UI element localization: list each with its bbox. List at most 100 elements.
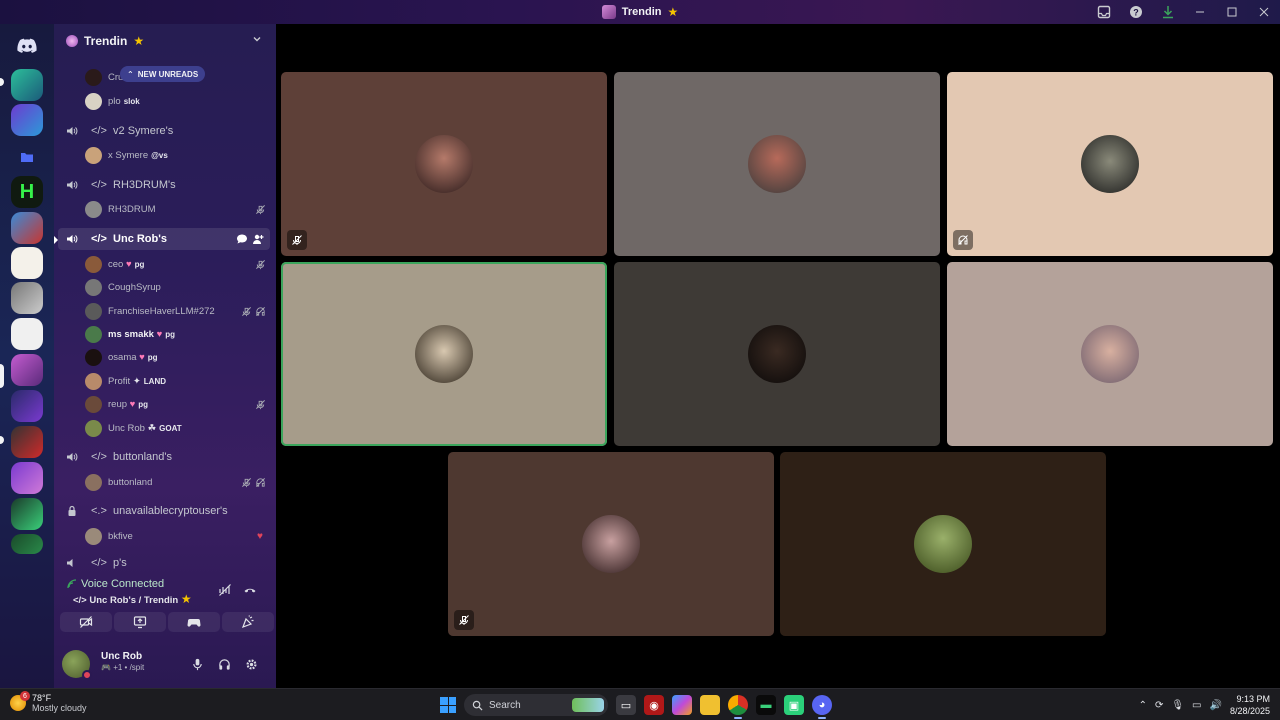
camera-button[interactable]: [60, 612, 112, 632]
video-tile[interactable]: [947, 262, 1273, 446]
avatar: [85, 325, 102, 343]
discord-home-icon[interactable]: [11, 30, 43, 62]
terminal-icon[interactable]: ▬: [756, 695, 776, 715]
mic-icon[interactable]: 🎙: [1171, 700, 1184, 711]
user-tag: LAND: [143, 376, 167, 386]
activities-button[interactable]: [168, 612, 220, 632]
my-username[interactable]: Unc Rob: [101, 651, 142, 662]
task-view-icon[interactable]: ▭: [616, 695, 636, 715]
voice-channel[interactable]: </> buttonland's: [54, 446, 276, 468]
minimize-button[interactable]: [1184, 0, 1216, 24]
search-input[interactable]: Search: [464, 694, 608, 716]
discord-taskbar-icon[interactable]: ◕: [812, 695, 832, 719]
start-button[interactable]: [440, 697, 456, 713]
headphones-icon[interactable]: [216, 656, 232, 672]
screen-share-button[interactable]: [114, 612, 166, 632]
voice-user-row[interactable]: FranchiseHaverLLM#272: [54, 301, 276, 321]
voice-user-row[interactable]: x Symere @vs: [54, 145, 276, 165]
server-icon[interactable]: [11, 212, 43, 244]
server-icon[interactable]: [11, 462, 43, 494]
help-icon[interactable]: ?: [1120, 0, 1152, 24]
voice-user-row[interactable]: plo slok: [54, 91, 276, 111]
inbox-icon[interactable]: [1088, 0, 1120, 24]
voice-location[interactable]: </> Unc Rob's / Trendin ★: [73, 592, 192, 606]
new-unreads-pill[interactable]: ⌃ NEW UNREADS: [120, 66, 206, 82]
my-status: 🎮 +1 • /spit: [101, 663, 145, 672]
sparkle-icon: ✦: [132, 375, 141, 387]
settings-gear-icon[interactable]: [243, 656, 259, 672]
voice-channel[interactable]: </> p's: [54, 555, 276, 571]
server-header[interactable]: Trendin ★: [54, 24, 276, 58]
voice-channel[interactable]: </> RH3DRUM's: [54, 174, 276, 196]
file-explorer-icon[interactable]: [700, 695, 720, 715]
video-tile[interactable]: [448, 452, 774, 636]
participant-avatar: [914, 515, 972, 573]
sync-icon[interactable]: ⟳: [1155, 700, 1163, 711]
server-icon[interactable]: [11, 390, 43, 422]
video-tile-speaking[interactable]: [281, 262, 607, 446]
volume-icon[interactable]: 🔊: [1210, 700, 1222, 711]
avatar: [85, 395, 102, 413]
server-icon[interactable]: [11, 104, 43, 136]
voice-channel-locked[interactable]: <.> unavailablecryptouser's: [54, 500, 276, 522]
heart-icon: ♥: [129, 398, 136, 410]
clock[interactable]: 9:13 PM 8/28/2025: [1230, 693, 1270, 717]
voice-user-row[interactable]: reup ♥ pg: [54, 394, 276, 414]
maximize-button[interactable]: [1216, 0, 1248, 24]
user-panel: Unc Rob 🎮 +1 • /spit: [54, 644, 276, 684]
voice-user-row[interactable]: buttonland: [54, 472, 276, 492]
weather-widget[interactable]: 6 78°F Mostly cloudy: [10, 691, 87, 713]
noise-suppression-icon[interactable]: [217, 582, 233, 598]
channel-name: </> RH3DRUM's: [91, 179, 176, 191]
voice-user-row[interactable]: ms smakk ♥ pg: [54, 324, 276, 344]
display-icon[interactable]: ▭: [1192, 700, 1201, 711]
chevron-down-icon[interactable]: [252, 34, 262, 44]
server-icon-trendin[interactable]: [11, 354, 43, 386]
app-icon[interactable]: ◉: [644, 695, 664, 715]
voice-channel[interactable]: </> v2 Symere's: [54, 120, 276, 142]
copilot-icon[interactable]: [672, 695, 692, 715]
voice-user-row[interactable]: RH3DRUM: [54, 199, 276, 219]
channel-name: </> Unc Rob's: [91, 233, 167, 245]
server-icon[interactable]: [11, 69, 43, 101]
video-tile[interactable]: [614, 72, 940, 256]
voice-user-row[interactable]: Profit ✦ LAND: [54, 371, 276, 391]
new-unreads-label: NEW UNREADS: [137, 69, 199, 79]
video-tile[interactable]: [281, 72, 607, 256]
chat-bubble-icon[interactable]: [236, 233, 248, 245]
server-icon-h[interactable]: H: [11, 176, 43, 208]
close-button[interactable]: [1248, 0, 1280, 24]
voice-user-row[interactable]: osama ♥ pg: [54, 347, 276, 367]
server-icon[interactable]: [11, 318, 43, 350]
chevron-up-icon[interactable]: ⌃: [1139, 700, 1147, 711]
app-icon[interactable]: ▣: [784, 695, 804, 715]
chrome-icon[interactable]: [728, 695, 748, 719]
voice-connected-status[interactable]: Voice Connected: [67, 578, 164, 590]
server-icon[interactable]: [11, 498, 43, 530]
video-tile[interactable]: [614, 262, 940, 446]
voice-channel-active[interactable]: </> Unc Rob's: [58, 228, 270, 250]
user-tag: pg: [134, 259, 145, 269]
video-tile[interactable]: [947, 72, 1273, 256]
disconnect-icon[interactable]: [242, 582, 258, 598]
muted-mic-icon: [454, 610, 474, 630]
speaker-icon: [67, 127, 78, 135]
soundboard-button[interactable]: [222, 612, 274, 632]
voice-user-row[interactable]: CoughSyrup: [54, 277, 276, 297]
voice-user-row[interactable]: bkfive ♥: [54, 526, 276, 546]
mic-icon[interactable]: [189, 656, 205, 672]
server-icon[interactable]: [11, 426, 43, 458]
voice-user-row[interactable]: Unc Rob ☘ GOAT: [54, 418, 276, 438]
user-name: ceo ♥ pg: [108, 258, 145, 270]
voice-user-row[interactable]: ceo ♥ pg: [54, 254, 276, 274]
server-name: Trendin: [84, 34, 128, 48]
stage-icon: </>: [91, 125, 107, 137]
server-icon[interactable]: [11, 247, 43, 279]
server-icon[interactable]: [11, 534, 43, 554]
download-icon[interactable]: [1152, 0, 1184, 24]
star-icon: ★: [667, 5, 679, 19]
video-tile[interactable]: [780, 452, 1106, 636]
server-icon[interactable]: [11, 282, 43, 314]
invite-user-icon[interactable]: [252, 233, 264, 245]
folder-icon[interactable]: [11, 141, 43, 173]
